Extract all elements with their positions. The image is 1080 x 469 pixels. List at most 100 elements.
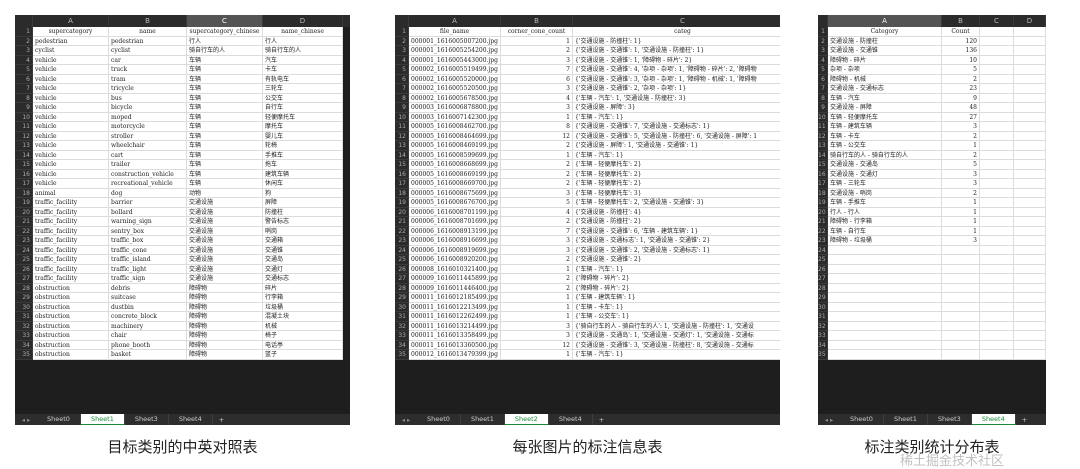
table-cell[interactable]: 交通设施 <box>187 255 263 265</box>
table-cell[interactable] <box>1014 169 1046 179</box>
table-cell[interactable]: 1 <box>501 264 573 274</box>
row-number[interactable]: 25 <box>15 255 33 265</box>
row-number[interactable]: 5 <box>395 65 409 75</box>
table-cell[interactable] <box>980 245 1014 255</box>
table-cell[interactable] <box>942 293 980 303</box>
table-cell[interactable] <box>1014 141 1046 151</box>
table-cell[interactable]: 行李箱 <box>263 293 343 303</box>
table-cell[interactable]: 2 <box>501 283 573 293</box>
table-cell[interactable]: 000011_1616012213499.jpg <box>409 302 501 312</box>
row-number[interactable]: 22 <box>818 226 828 236</box>
table-cell[interactable]: {'交通设施 - 交通锥': 2} <box>573 255 780 265</box>
row-number[interactable]: 31 <box>15 312 33 322</box>
table-cell[interactable]: 车辆 <box>187 179 263 189</box>
table-cell[interactable]: 3 <box>501 188 573 198</box>
row-number[interactable]: 21 <box>395 217 409 227</box>
table-cell[interactable]: 防撞柱 <box>263 207 343 217</box>
table-cell[interactable] <box>942 350 980 360</box>
row-number[interactable]: 21 <box>15 217 33 227</box>
table-cell[interactable] <box>942 274 980 284</box>
table-cell[interactable]: 交通锥 <box>263 245 343 255</box>
row-number[interactable]: 27 <box>818 274 828 284</box>
table-cell[interactable]: vehicle <box>33 112 109 122</box>
table-cell[interactable]: 000006_1616008920200.jpg <box>409 255 501 265</box>
row-number[interactable]: 14 <box>15 150 33 160</box>
table-cell[interactable] <box>980 207 1014 217</box>
table-cell[interactable]: 机械 <box>263 321 343 331</box>
table-cell[interactable]: car <box>109 55 187 65</box>
table-cell[interactable]: 9 <box>942 93 980 103</box>
row-number[interactable]: 10 <box>15 112 33 122</box>
row-number[interactable]: 31 <box>395 312 409 322</box>
table-cell[interactable] <box>1014 103 1046 113</box>
table-cell[interactable]: 轮椅 <box>263 141 343 151</box>
row-number[interactable]: 28 <box>15 283 33 293</box>
table-cell[interactable]: 车辆 - 汽车 <box>828 93 942 103</box>
table-cell[interactable]: 交通设施 <box>187 217 263 227</box>
table-cell[interactable]: vehicle <box>33 141 109 151</box>
add-sheet-icon[interactable]: + <box>213 416 230 424</box>
table-cell[interactable]: 48 <box>942 103 980 113</box>
table-cell[interactable] <box>1014 340 1046 350</box>
table-cell[interactable]: 1 <box>942 207 980 217</box>
table-cell[interactable] <box>1014 112 1046 122</box>
row-number[interactable]: 24 <box>15 245 33 255</box>
table-cell[interactable] <box>980 302 1014 312</box>
table-cell[interactable]: 交通设施 <box>187 264 263 274</box>
table-cell[interactable]: 障碍物 <box>187 350 263 360</box>
table-cell[interactable] <box>828 302 942 312</box>
row-number[interactable]: 9 <box>395 103 409 113</box>
table-cell[interactable] <box>942 312 980 322</box>
table-cell[interactable]: 行人 <box>187 36 263 46</box>
table-cell[interactable]: {'车辆 - 公交车': 1} <box>573 312 780 322</box>
sheet-tab-sheet3[interactable]: Sheet3 <box>928 414 972 425</box>
table-cell[interactable]: wheelchair <box>109 141 187 151</box>
table-cell[interactable]: traffic_facility <box>33 236 109 246</box>
table-cell[interactable]: 3 <box>942 179 980 189</box>
table-cell[interactable]: vehicle <box>33 65 109 75</box>
table-cell[interactable]: traffic_light <box>109 264 187 274</box>
table-cell[interactable]: 垃圾桶 <box>263 302 343 312</box>
row-number[interactable]: 12 <box>15 131 33 141</box>
table-cell[interactable]: {'交通设施 - 防撞柱': 1} <box>573 36 780 46</box>
table-cell[interactable]: vehicle <box>33 84 109 94</box>
table-cell[interactable]: 交通设施 <box>187 198 263 208</box>
table-cell[interactable] <box>828 340 942 350</box>
row-number[interactable]: 17 <box>15 179 33 189</box>
table-cell[interactable] <box>1014 217 1046 227</box>
table-cell[interactable]: recreational_vehicle <box>109 179 187 189</box>
corner-select-all[interactable] <box>395 15 409 27</box>
table-cell[interactable] <box>1014 36 1046 46</box>
row-number[interactable]: 3 <box>395 46 409 56</box>
row-number[interactable]: 4 <box>15 55 33 65</box>
table-cell[interactable] <box>1014 131 1046 141</box>
table-cell[interactable]: 摩托车 <box>263 122 343 132</box>
table-cell[interactable]: {'骑自行车的人 - 骑自行车的人': 1, '交通设施 - 防撞柱': 1, … <box>573 321 780 331</box>
table-cell[interactable]: 车辆 <box>187 169 263 179</box>
table-cell[interactable]: traffic_cone <box>109 245 187 255</box>
table-cell[interactable]: 2 <box>501 255 573 265</box>
table-cell[interactable]: 车辆 - 轻便摩托车 <box>828 112 942 122</box>
table-cell[interactable]: traffic_facility <box>33 274 109 284</box>
table-cell[interactable]: cyclist <box>33 46 109 56</box>
table-cell[interactable] <box>1014 236 1046 246</box>
table-cell[interactable] <box>1014 84 1046 94</box>
column-header-c[interactable]: C <box>980 15 1014 27</box>
table-cell[interactable]: obstruction <box>33 312 109 322</box>
sheet-tab-sheet3[interactable]: Sheet3 <box>125 414 169 425</box>
table-cell[interactable]: 2 <box>501 141 573 151</box>
table-cell[interactable] <box>980 112 1014 122</box>
table-cell[interactable]: 车辆 <box>187 93 263 103</box>
table-cell[interactable]: 警告标志 <box>263 217 343 227</box>
table-cell[interactable]: 障碍物 <box>187 312 263 322</box>
table-cell[interactable]: 汽车 <box>263 55 343 65</box>
table-cell[interactable]: traffic_facility <box>33 245 109 255</box>
row-number[interactable]: 22 <box>15 226 33 236</box>
row-number[interactable]: 17 <box>395 179 409 189</box>
table-cell[interactable]: bicycle <box>109 103 187 113</box>
table-cell[interactable] <box>1014 255 1046 265</box>
add-sheet-icon[interactable]: + <box>593 416 610 424</box>
table-cell[interactable]: 1 <box>501 112 573 122</box>
row-number[interactable]: 15 <box>818 160 828 170</box>
table-cell[interactable]: 1 <box>501 293 573 303</box>
